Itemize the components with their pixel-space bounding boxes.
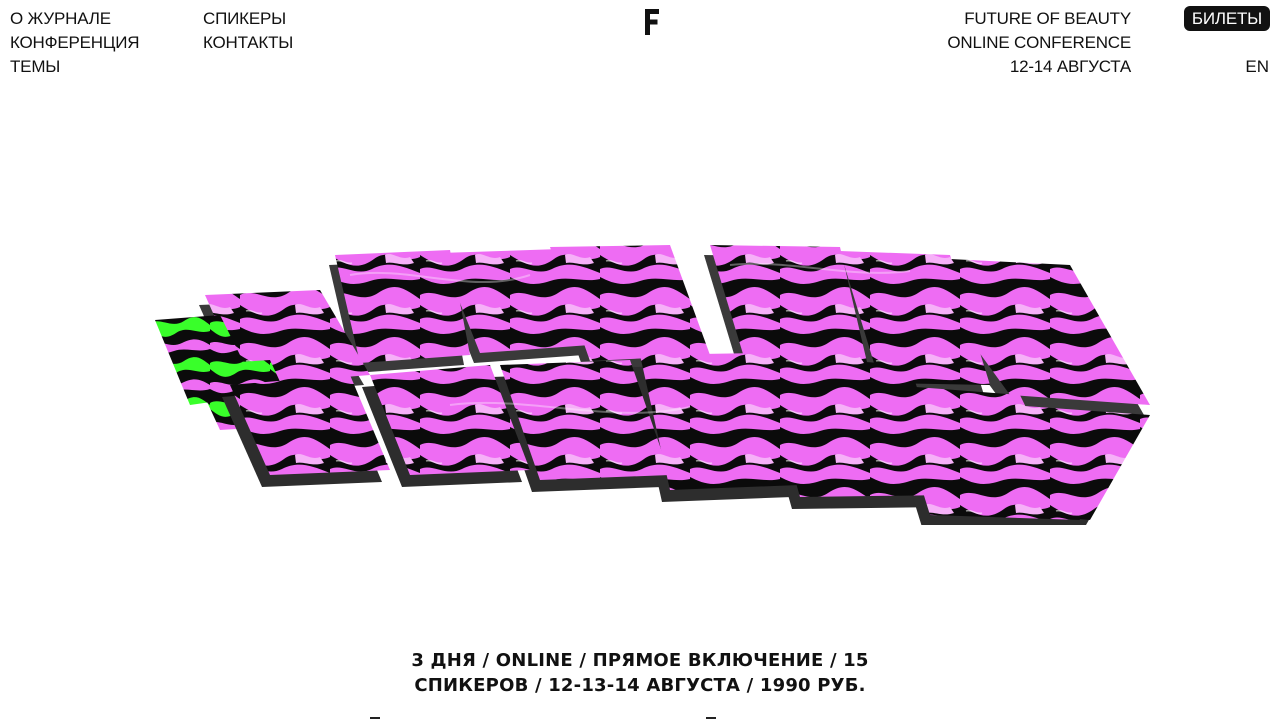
nav-link-contacts[interactable]: КОНТАКТЫ	[203, 31, 293, 55]
event-info: FUTURE OF BEAUTY ONLINE CONFERENCE 12-14…	[947, 7, 1131, 79]
event-subtitle: ONLINE CONFERENCE	[947, 33, 1131, 52]
nav-column-2: СПИКЕРЫ КОНТАКТЫ	[203, 7, 293, 55]
event-title: FUTURE OF BEAUTY	[964, 9, 1131, 28]
language-switch-en[interactable]: EN	[1245, 55, 1269, 79]
nav-column-1: О ЖУРНАЛЕ КОНФЕРЕНЦИЯ ТЕМЫ	[10, 7, 140, 79]
below-fold-text-peek	[370, 713, 380, 720]
f-logo-icon[interactable]	[644, 8, 660, 36]
below-fold-text-peek	[706, 713, 716, 720]
nav-link-about-magazine[interactable]: О ЖУРНАЛЕ	[10, 7, 139, 31]
summary-line-1: 3 ДНЯ / ONLINE / ПРЯМОЕ ВКЛЮЧЕНИЕ / 15	[411, 650, 869, 671]
nav-link-speakers[interactable]: СПИКЕРЫ	[203, 7, 293, 31]
nav-link-topics[interactable]: ТЕМЫ	[10, 55, 139, 79]
tickets-button[interactable]: БИЛЕТЫ	[1183, 6, 1270, 31]
event-dates: 12-14 АВГУСТА	[1009, 57, 1131, 76]
future-of-beauty-3d-logo	[155, 245, 1150, 525]
summary-line-2: СПИКЕРОВ / 12-13-14 АВГУСТА / 1990 РУБ.	[414, 675, 866, 696]
conference-summary: 3 ДНЯ / ONLINE / ПРЯМОЕ ВКЛЮЧЕНИЕ / 15 С…	[0, 648, 1280, 698]
nav-link-conference[interactable]: КОНФЕРЕНЦИЯ	[10, 31, 140, 55]
